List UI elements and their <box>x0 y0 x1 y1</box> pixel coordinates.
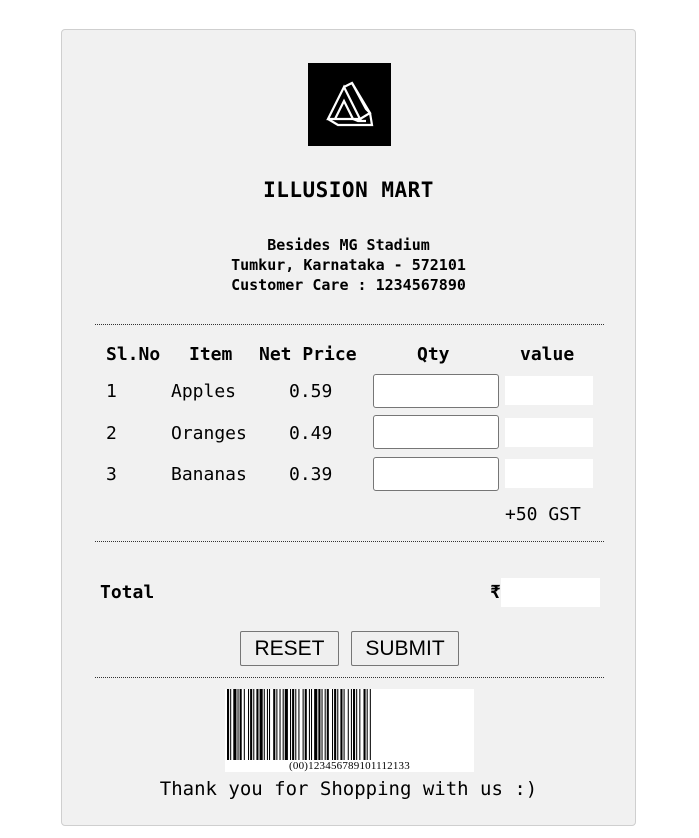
row3-item: Bananas <box>171 464 247 485</box>
barcode-number: (00)123456789101112133 <box>289 760 410 772</box>
row2-item: Oranges <box>171 423 247 444</box>
impossible-triangle-logo-icon <box>326 81 374 127</box>
total-label: Total <box>100 582 155 603</box>
row3-slno: 3 <box>106 464 117 485</box>
divider-middle <box>95 541 604 542</box>
total-value-field <box>501 578 600 607</box>
row1-price: 0.59 <box>289 381 333 402</box>
store-address-line2: Tumkur, Karnataka - 572101 <box>231 256 466 274</box>
barcode: (00)123456789101112133 <box>225 689 474 772</box>
thank-you-message: Thank you for Shopping with us :) <box>159 778 538 800</box>
header-item: Item <box>189 344 233 365</box>
store-logo <box>308 63 391 146</box>
gst-note: +50 GST <box>505 504 581 525</box>
receipt-card: ILLUSION MART Besides MG Stadium Tumkur,… <box>61 29 636 826</box>
row2-qty-input[interactable] <box>373 415 499 449</box>
divider-top <box>95 324 604 325</box>
header-net-price: Net Price <box>259 344 357 365</box>
row1-slno: 1 <box>106 381 117 402</box>
row2-slno: 2 <box>106 423 117 444</box>
customer-care: Customer Care : 1234567890 <box>231 276 466 294</box>
row1-qty-input[interactable] <box>373 374 499 408</box>
barcode-bars-icon <box>227 689 371 760</box>
header-value: value <box>520 344 575 365</box>
rupee-symbol: ₹ <box>490 582 501 603</box>
store-address-line1: Besides MG Stadium <box>267 236 430 254</box>
divider-bottom <box>95 677 604 678</box>
store-name: ILLUSION MART <box>263 178 434 202</box>
row3-qty-input[interactable] <box>373 457 499 491</box>
submit-button[interactable]: SUBMIT <box>351 631 459 666</box>
row1-item: Apples <box>171 381 237 402</box>
row3-value-field <box>505 459 593 488</box>
row1-value-field <box>505 376 593 405</box>
row3-price: 0.39 <box>289 464 333 485</box>
header-qty: Qty <box>417 344 450 365</box>
row2-price: 0.49 <box>289 423 333 444</box>
header-slno: Sl.No <box>106 344 161 365</box>
reset-button[interactable]: RESET <box>240 631 339 666</box>
row2-value-field <box>505 418 593 447</box>
